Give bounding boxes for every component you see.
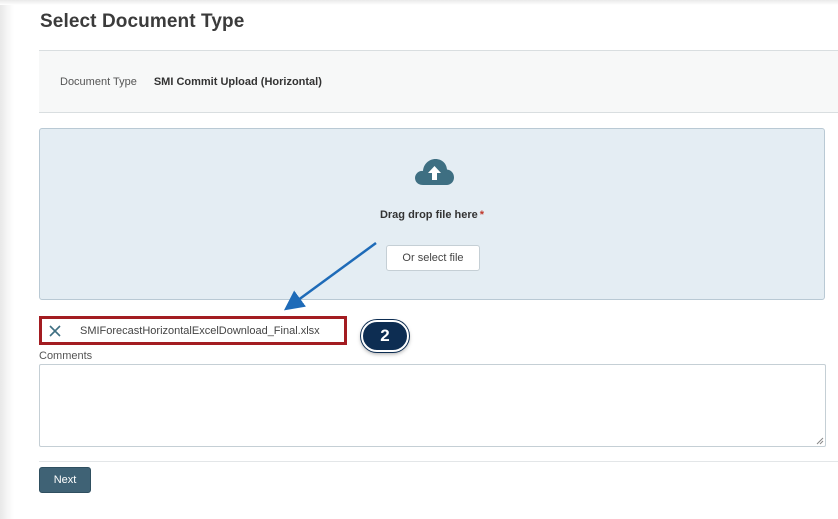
- next-button[interactable]: Next: [39, 467, 91, 493]
- left-edge-shadow: [0, 0, 14, 519]
- select-file-button[interactable]: Or select file: [386, 245, 480, 271]
- top-edge-shadow: [0, 0, 838, 5]
- document-type-label: Document Type: [60, 75, 137, 88]
- page-title: Select Document Type: [40, 11, 245, 32]
- cloud-upload-icon: [415, 159, 454, 185]
- file-dropzone[interactable]: Drag drop file here * Or select file: [39, 128, 825, 300]
- resize-grip-icon[interactable]: [815, 436, 824, 445]
- section-divider: [39, 461, 838, 462]
- selected-file-item: SMIForecastHorizontalExcelDownload_Final…: [39, 316, 347, 345]
- close-icon[interactable]: [48, 324, 62, 338]
- step-number-badge: 2: [361, 320, 409, 352]
- document-type-row: Document Type SMI Commit Upload (Horizon…: [39, 50, 838, 113]
- comments-label: Comments: [39, 350, 93, 362]
- selected-file-name: SMIForecastHorizontalExcelDownload_Final…: [80, 324, 320, 337]
- document-type-value: SMI Commit Upload (Horizontal): [153, 75, 322, 88]
- required-marker: *: [479, 209, 485, 221]
- comments-textarea[interactable]: [39, 364, 826, 447]
- drag-drop-prompt: Drag drop file here *: [40, 209, 824, 221]
- drag-drop-text: Drag drop file here: [379, 209, 478, 221]
